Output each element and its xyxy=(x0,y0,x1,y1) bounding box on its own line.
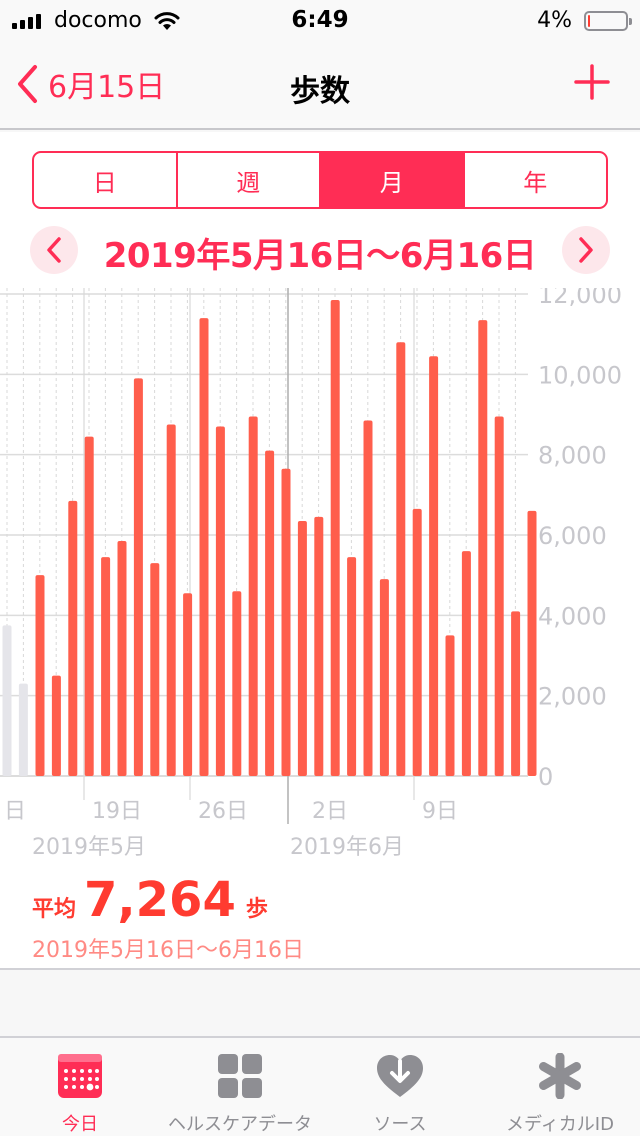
period-segmented-control: 日 週 月 年 xyxy=(32,151,608,209)
x-tick-label: 2日 xyxy=(312,799,348,824)
page-title: 歩数 xyxy=(290,74,350,109)
tab-label-medical-id: メディカルID xyxy=(506,1114,614,1135)
battery-level-fill xyxy=(588,15,590,27)
segment-month[interactable]: 月 xyxy=(321,153,465,207)
y-tick-label: 10,000 xyxy=(538,361,622,389)
bar xyxy=(314,516,324,776)
tab-sources[interactable]: ソース xyxy=(320,1038,480,1136)
y-tick-label: 6,000 xyxy=(538,522,607,550)
steps-chart-panel: 日 週 月 年 2019年5月16日〜6月16日 12,000 10,000 8,0… xyxy=(0,132,640,970)
bar xyxy=(150,563,160,776)
x-tick-label: 日 xyxy=(4,799,26,824)
bar xyxy=(396,342,406,776)
bar xyxy=(265,450,275,776)
bar xyxy=(232,591,242,776)
segment-year[interactable]: 年 xyxy=(465,153,607,207)
bar xyxy=(199,318,209,776)
month-label: 2019年5月 xyxy=(32,835,146,860)
add-button[interactable] xyxy=(574,64,610,104)
average-value: 7,264 xyxy=(84,872,236,928)
bar xyxy=(379,579,389,776)
status-bar: docomo 6:49 4% xyxy=(0,0,640,40)
tab-label-today: 今日 xyxy=(62,1114,98,1135)
calendar-today-icon xyxy=(57,1052,103,1100)
bar xyxy=(527,510,537,776)
bar xyxy=(166,424,176,776)
bar xyxy=(461,551,471,776)
battery-percent: 4% xyxy=(537,8,572,33)
average-summary: 平均 7,264 歩 2019年5月16日〜6月16日 xyxy=(32,872,304,964)
next-range-button[interactable] xyxy=(562,226,610,274)
bar xyxy=(347,557,357,776)
navigation-bar: 6月15日 歩数 xyxy=(0,40,640,130)
bar xyxy=(51,675,61,776)
tab-label-sources: ソース xyxy=(373,1114,427,1135)
y-tick-label: 8,000 xyxy=(538,442,607,470)
chevron-right-icon xyxy=(579,237,593,263)
tab-label-health-data: ヘルスケアデータ xyxy=(168,1114,312,1135)
bar xyxy=(429,356,439,776)
tab-bar: 今日 ヘルスケアデータ ソース メディカルID xyxy=(0,1036,640,1136)
bar xyxy=(248,416,258,776)
bar xyxy=(412,508,422,776)
average-date-range: 2019年5月16日〜6月16日 xyxy=(32,938,304,963)
bar xyxy=(363,420,373,776)
date-range-navigator: 2019年5月16日〜6月16日 xyxy=(0,224,640,280)
plus-icon xyxy=(574,64,610,100)
bar xyxy=(117,541,127,776)
average-label: 平均 xyxy=(32,897,77,922)
average-unit: 歩 xyxy=(245,897,268,922)
asterisk-icon xyxy=(537,1052,583,1100)
segment-day[interactable]: 日 xyxy=(34,153,178,207)
bar xyxy=(101,557,111,776)
y-tick-label: 12,000 xyxy=(538,288,622,309)
y-tick-label: 4,000 xyxy=(538,602,607,630)
bar xyxy=(35,575,45,776)
segment-week[interactable]: 週 xyxy=(178,153,321,207)
y-tick-label: 2,000 xyxy=(538,683,607,711)
bar xyxy=(478,320,488,776)
bar xyxy=(183,593,193,776)
tab-today[interactable]: 今日 xyxy=(0,1038,160,1136)
bar xyxy=(133,378,143,776)
grid-icon xyxy=(217,1052,263,1100)
battery-icon xyxy=(584,11,632,31)
month-label: 2019年6月 xyxy=(290,835,404,860)
bar xyxy=(215,426,225,776)
bar-out-of-range xyxy=(2,625,12,776)
steps-bar-chart[interactable]: 12,000 10,000 8,000 6,000 4,000 2,000 0 日 19日 26日… xyxy=(0,288,640,868)
bar xyxy=(445,635,455,776)
bar xyxy=(281,468,291,776)
y-tick-label: 0 xyxy=(538,763,553,791)
x-tick-label: 9日 xyxy=(422,799,458,824)
bar xyxy=(330,300,340,776)
bar xyxy=(494,416,504,776)
x-tick-label: 26日 xyxy=(198,799,248,824)
heart-download-icon xyxy=(375,1052,425,1100)
x-tick-label: 19日 xyxy=(92,799,142,824)
date-range-label: 2019年5月16日〜6月16日 xyxy=(103,236,537,276)
tab-health-data[interactable]: ヘルスケアデータ xyxy=(160,1038,320,1136)
bar-out-of-range xyxy=(18,683,28,776)
tab-medical-id[interactable]: メディカルID xyxy=(480,1038,640,1136)
bar xyxy=(511,611,521,776)
bar xyxy=(297,520,307,776)
bar xyxy=(84,436,94,776)
bar xyxy=(68,500,78,776)
